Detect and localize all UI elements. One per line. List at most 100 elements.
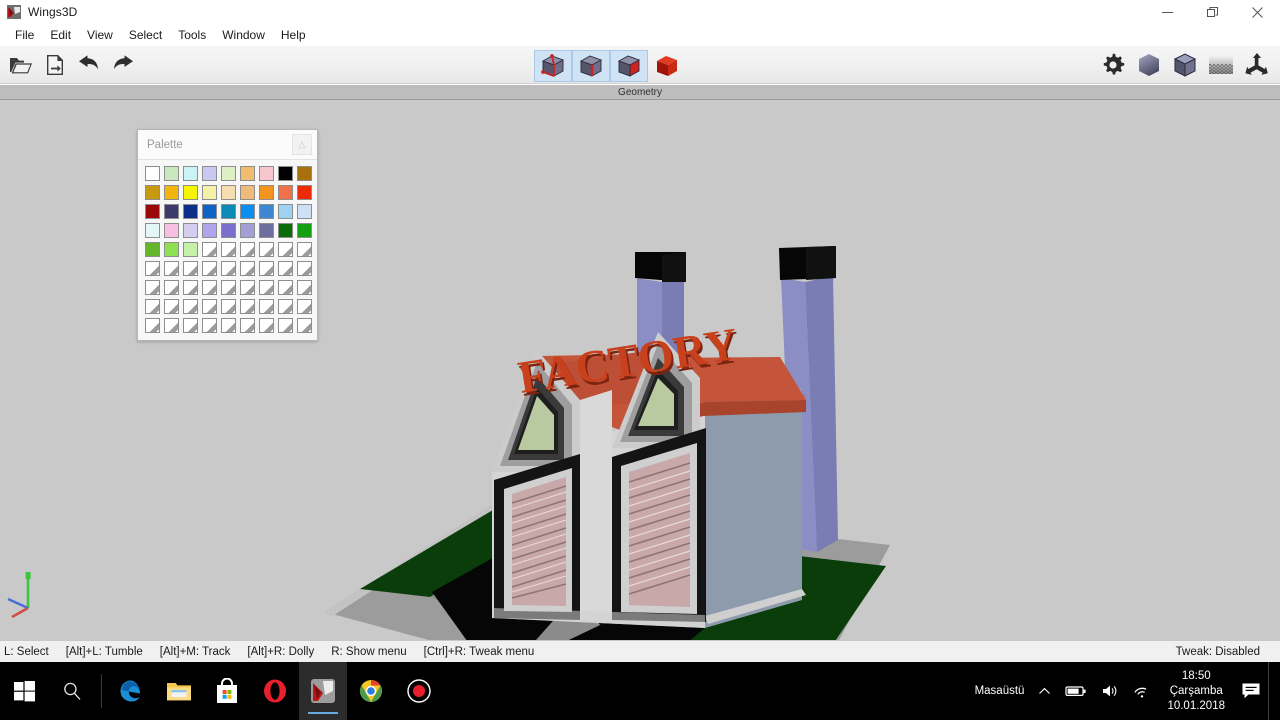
palette-swatch-empty[interactable] <box>143 297 162 316</box>
restore-button[interactable] <box>1190 0 1235 24</box>
palette-swatch[interactable] <box>238 183 257 202</box>
show-desktop-label[interactable]: Masaüstü <box>968 662 1032 720</box>
palette-swatch[interactable] <box>181 221 200 240</box>
palette-swatch-empty[interactable] <box>162 259 181 278</box>
palette-swatch[interactable] <box>143 221 162 240</box>
palette-swatch-empty[interactable] <box>295 278 314 297</box>
palette-swatch-empty[interactable] <box>181 297 200 316</box>
search-button[interactable] <box>48 662 96 720</box>
ground-plane-button[interactable] <box>1206 50 1236 80</box>
chrome-browser-task[interactable] <box>347 662 395 720</box>
menu-select[interactable]: Select <box>121 25 170 45</box>
palette-swatch-empty[interactable] <box>295 259 314 278</box>
screen-recorder-task[interactable] <box>395 662 443 720</box>
taskbar-clock[interactable]: 18:50 Çarşamba 10.01.2018 <box>1158 662 1234 720</box>
palette-swatch-empty[interactable] <box>219 316 238 335</box>
edge-select-mode[interactable] <box>572 49 610 82</box>
palette-swatch[interactable] <box>276 164 295 183</box>
palette-swatch-empty[interactable] <box>200 297 219 316</box>
palette-swatch[interactable] <box>162 183 181 202</box>
palette-swatch-empty[interactable] <box>200 316 219 335</box>
palette-swatch[interactable] <box>162 202 181 221</box>
palette-swatch-empty[interactable] <box>219 240 238 259</box>
palette-swatch[interactable] <box>143 183 162 202</box>
menu-file[interactable]: File <box>7 25 42 45</box>
palette-swatch[interactable] <box>219 164 238 183</box>
palette-window[interactable]: Palette △ <box>137 129 318 341</box>
palette-swatch-empty[interactable] <box>219 259 238 278</box>
palette-swatch[interactable] <box>200 164 219 183</box>
undo-button[interactable] <box>74 50 104 80</box>
palette-swatch-empty[interactable] <box>257 259 276 278</box>
palette-swatch[interactable] <box>295 183 314 202</box>
palette-swatch[interactable] <box>295 202 314 221</box>
palette-swatch-empty[interactable] <box>238 240 257 259</box>
palette-swatch[interactable] <box>143 164 162 183</box>
palette-swatch[interactable] <box>238 164 257 183</box>
palette-swatch-empty[interactable] <box>162 297 181 316</box>
chevron-up-icon[interactable]: △ <box>292 134 312 155</box>
speaker-icon[interactable] <box>1094 662 1126 720</box>
minimize-button[interactable] <box>1145 0 1190 24</box>
opera-browser-task[interactable] <box>251 662 299 720</box>
palette-swatch-empty[interactable] <box>238 278 257 297</box>
palette-swatch[interactable] <box>219 221 238 240</box>
palette-titlebar[interactable]: Palette △ <box>138 130 317 160</box>
wifi-icon[interactable] <box>1126 662 1158 720</box>
menu-edit[interactable]: Edit <box>42 25 79 45</box>
palette-swatch-empty[interactable] <box>276 259 295 278</box>
palette-swatch-empty[interactable] <box>143 259 162 278</box>
face-select-mode[interactable] <box>610 49 648 82</box>
palette-swatch-empty[interactable] <box>257 278 276 297</box>
start-button[interactable] <box>0 662 48 720</box>
palette-swatch-empty[interactable] <box>200 259 219 278</box>
notification-icon[interactable] <box>1234 662 1268 720</box>
palette-swatch-empty[interactable] <box>276 316 295 335</box>
palette-swatch-empty[interactable] <box>295 316 314 335</box>
palette-swatch[interactable] <box>162 164 181 183</box>
microsoft-store-task[interactable] <box>203 662 251 720</box>
palette-swatch[interactable] <box>143 240 162 259</box>
preferences-button[interactable] <box>1098 50 1128 80</box>
palette-swatch[interactable] <box>219 183 238 202</box>
palette-swatch[interactable] <box>219 202 238 221</box>
vertex-select-mode[interactable] <box>534 49 572 82</box>
palette-swatch[interactable] <box>276 221 295 240</box>
palette-swatch[interactable] <box>162 240 181 259</box>
palette-swatch[interactable] <box>181 164 200 183</box>
palette-swatch[interactable] <box>200 202 219 221</box>
palette-swatch-empty[interactable] <box>257 297 276 316</box>
palette-swatch[interactable] <box>257 202 276 221</box>
edge-browser-task[interactable] <box>107 662 155 720</box>
palette-swatch[interactable] <box>295 221 314 240</box>
palette-swatch[interactable] <box>257 164 276 183</box>
palette-swatch-grid[interactable] <box>138 160 317 340</box>
palette-swatch[interactable] <box>181 240 200 259</box>
palette-swatch-empty[interactable] <box>219 278 238 297</box>
palette-swatch-empty[interactable] <box>162 278 181 297</box>
palette-swatch-empty[interactable] <box>181 259 200 278</box>
show-axes-button[interactable] <box>1242 50 1272 80</box>
palette-swatch-empty[interactable] <box>276 297 295 316</box>
body-select-mode[interactable] <box>648 50 686 82</box>
palette-swatch-empty[interactable] <box>257 240 276 259</box>
palette-swatch[interactable] <box>276 183 295 202</box>
palette-swatch-empty[interactable] <box>162 316 181 335</box>
palette-swatch[interactable] <box>238 221 257 240</box>
palette-swatch-empty[interactable] <box>181 316 200 335</box>
menu-help[interactable]: Help <box>273 25 314 45</box>
palette-swatch[interactable] <box>181 202 200 221</box>
palette-swatch-empty[interactable] <box>276 240 295 259</box>
menu-tools[interactable]: Tools <box>170 25 214 45</box>
close-button[interactable] <box>1235 0 1280 24</box>
palette-swatch[interactable] <box>162 221 181 240</box>
palette-swatch-empty[interactable] <box>200 278 219 297</box>
palette-swatch[interactable] <box>238 202 257 221</box>
palette-swatch[interactable] <box>257 221 276 240</box>
palette-swatch-empty[interactable] <box>181 278 200 297</box>
tray-overflow-button[interactable] <box>1031 662 1058 720</box>
palette-swatch-empty[interactable] <box>257 316 276 335</box>
wings3d-task[interactable] <box>299 662 347 720</box>
open-file-button[interactable] <box>6 50 36 80</box>
palette-swatch-empty[interactable] <box>295 297 314 316</box>
